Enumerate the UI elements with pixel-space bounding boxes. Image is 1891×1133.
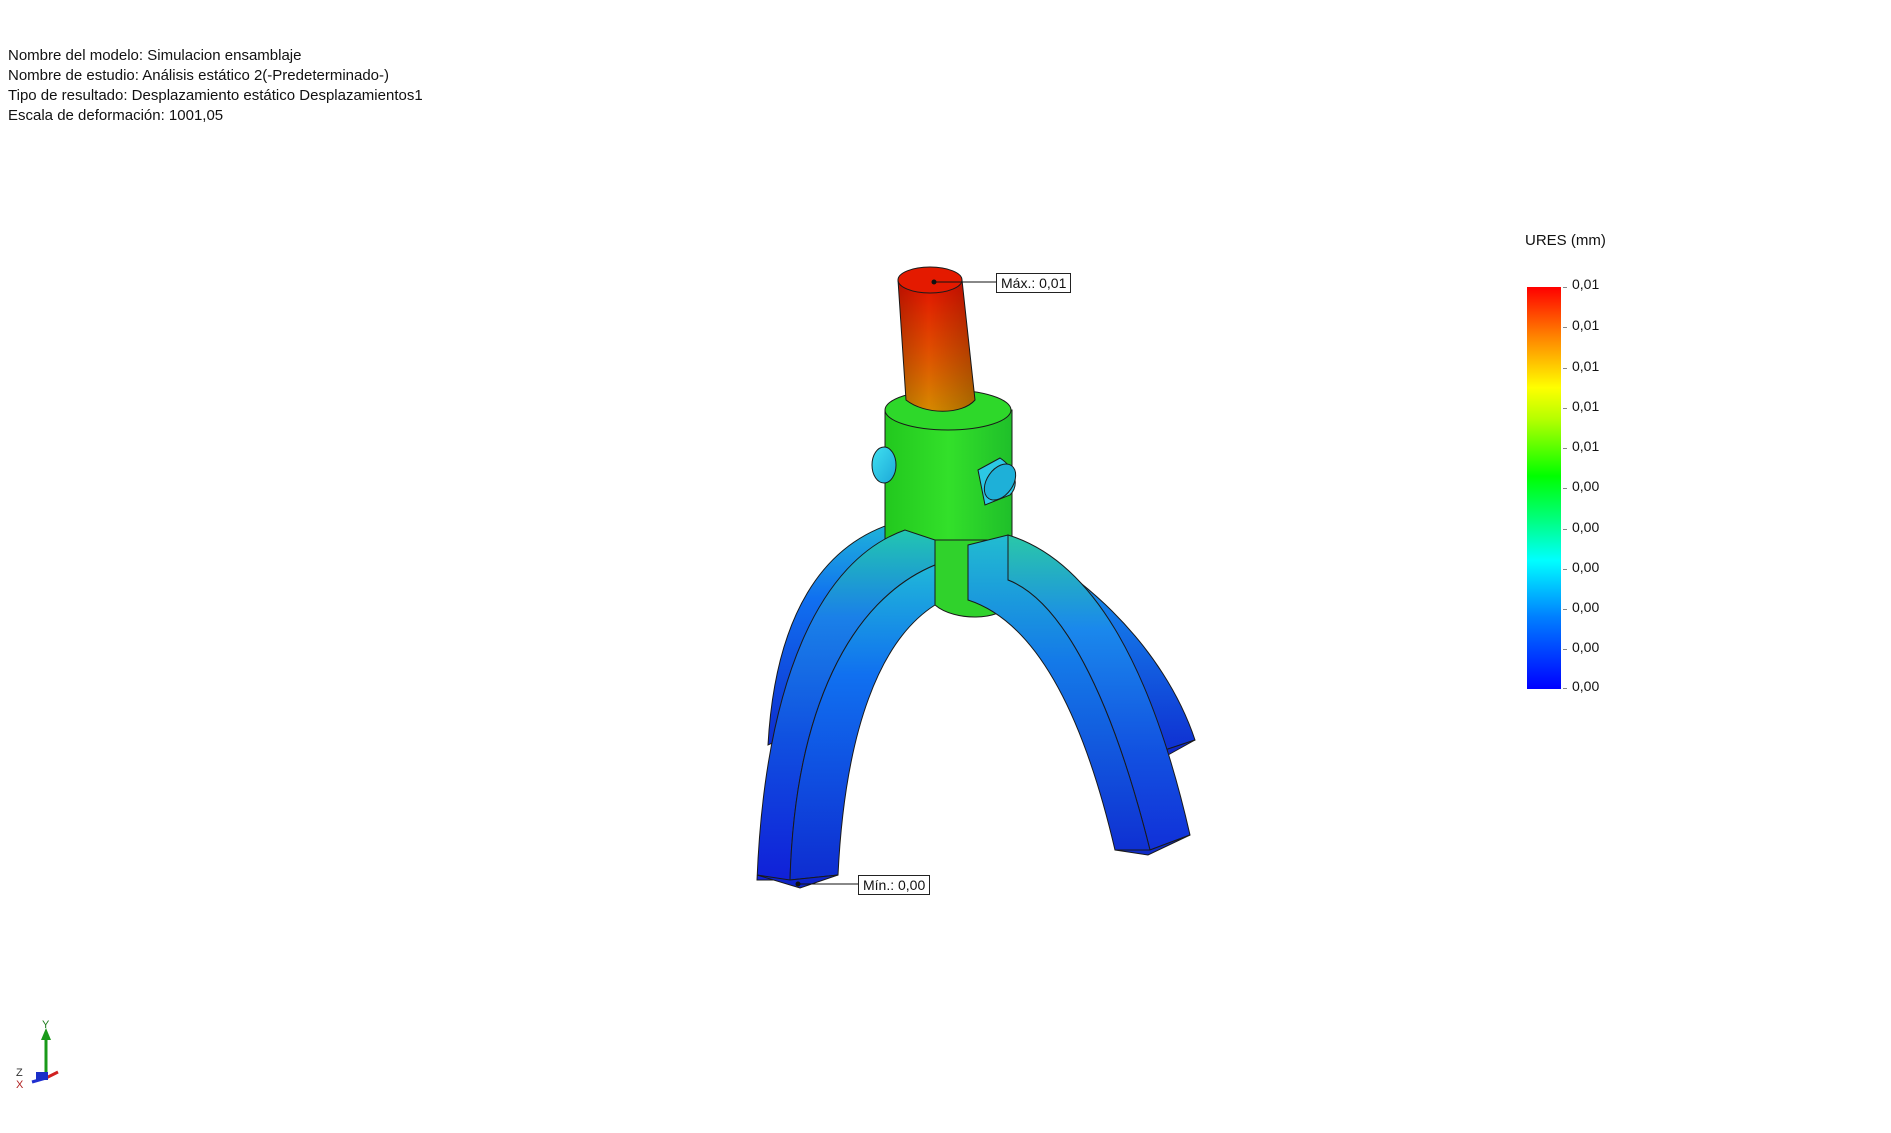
shaft-top-face [897,266,963,294]
legend-tick [1563,408,1567,409]
min-marker [795,881,801,887]
simulation-viewport[interactable]: Nombre del modelo: Simulacion ensamblaje… [0,0,1891,1133]
z-axis-label: Z [16,1067,23,1079]
legend-label: 0,01 [1572,398,1600,414]
legend-tick [1563,569,1567,570]
legend-label: 0,01 [1572,317,1600,333]
legend-tick [1563,368,1567,369]
legend-label: 0,00 [1572,559,1600,575]
left-pin [871,446,897,484]
legend-color-bar [1527,287,1561,689]
legend-tick [1563,688,1567,689]
legend-tick [1563,609,1567,610]
legend-title: URES (mm) [1525,232,1606,249]
legend-tick [1563,287,1567,288]
legend-label: 0,00 [1572,519,1600,535]
legend-tick [1563,649,1567,650]
legend-label: 0,00 [1572,478,1600,494]
legend-tick [1563,448,1567,449]
x-axis-label: X [16,1079,24,1090]
y-axis-label: Y [42,1020,50,1031]
legend-tick [1563,529,1567,530]
legend-label: 0,00 [1572,678,1600,694]
legend-label: 0,00 [1572,599,1600,615]
legend-label: 0,01 [1572,276,1600,292]
triad-origin [36,1072,48,1080]
legend-label: 0,01 [1572,438,1600,454]
legend-label: 0,01 [1572,358,1600,374]
min-callout: Mín.: 0,00 [858,875,931,895]
color-legend: URES (mm) 0,01 0,01 0,01 0,01 0,01 0,00 … [1525,232,1645,702]
legend-label: 0,00 [1572,639,1600,655]
axis-triad[interactable]: Y Z X [10,1020,70,1090]
legend-tick [1563,488,1567,489]
max-marker [931,279,937,285]
max-callout: Máx.: 0,01 [996,273,1072,293]
legend-tick [1563,327,1567,328]
